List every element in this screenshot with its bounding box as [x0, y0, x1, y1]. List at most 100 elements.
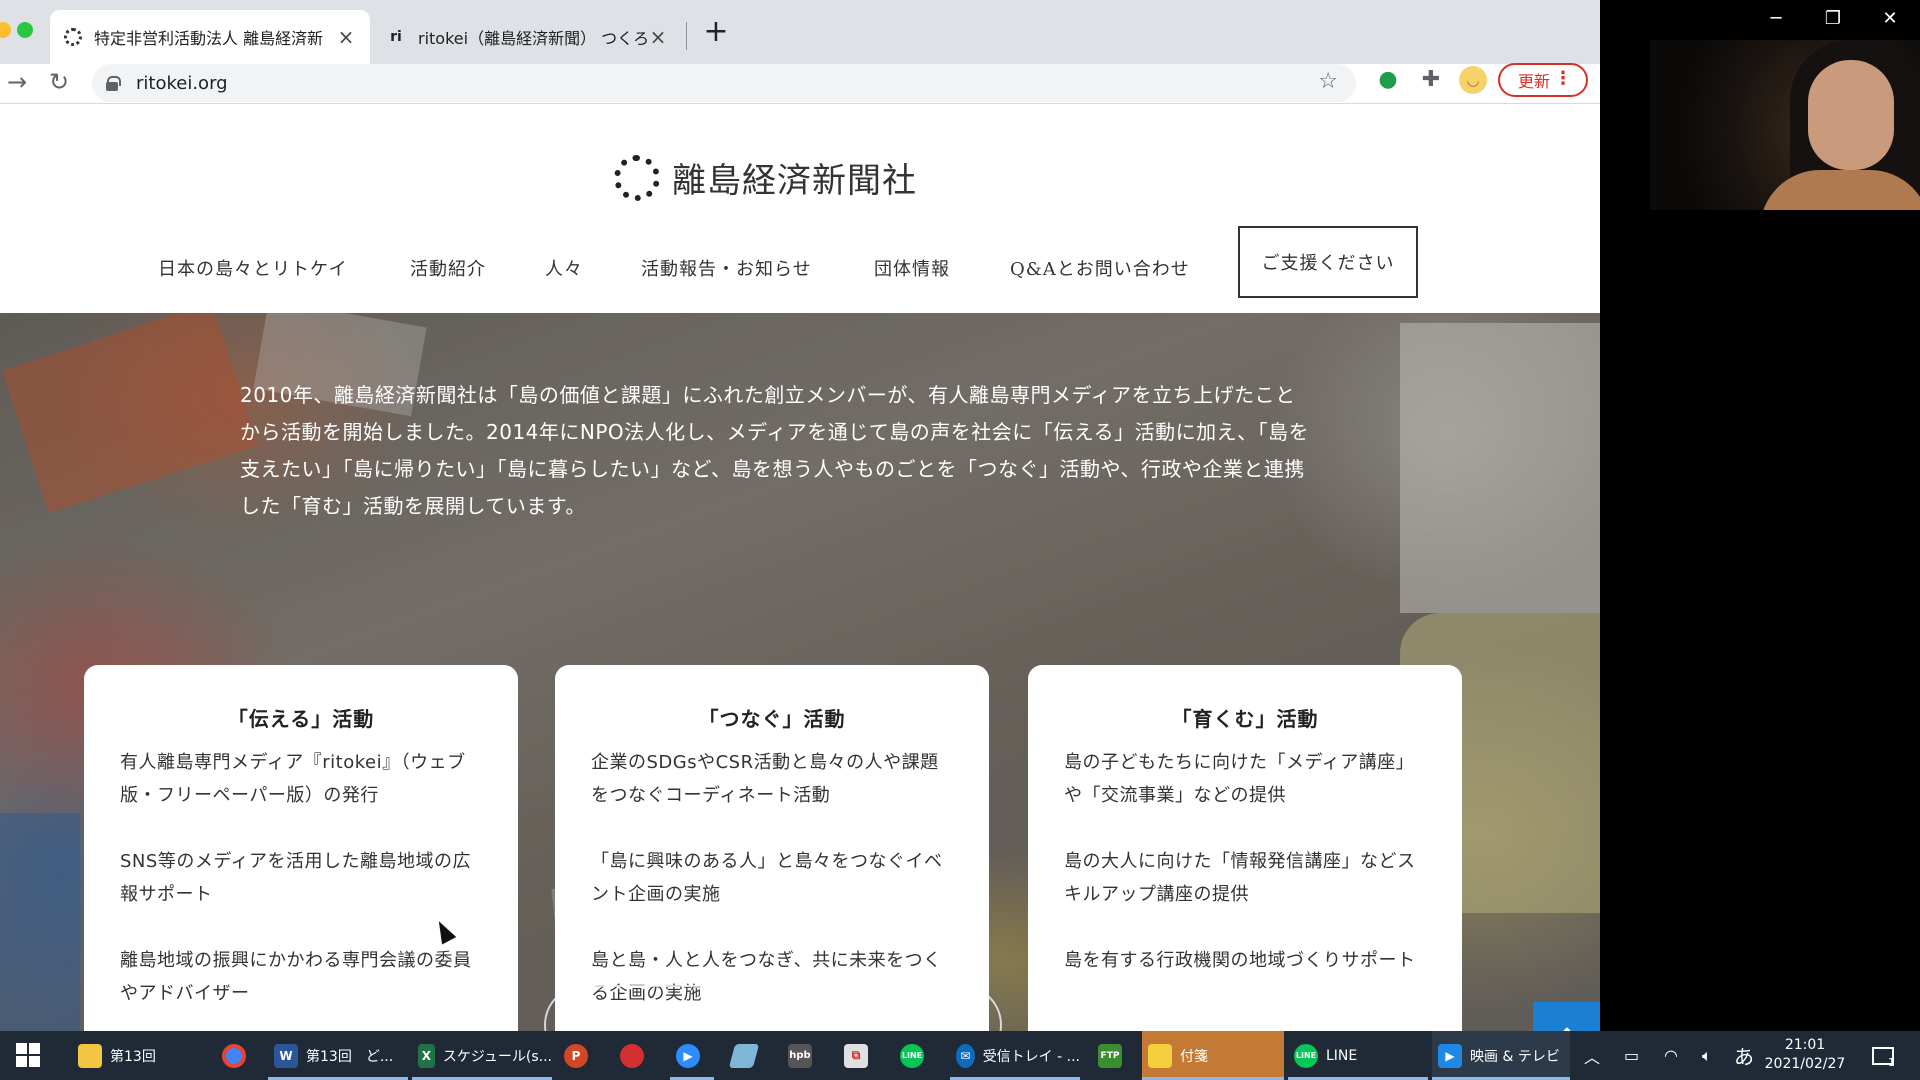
back-to-top-button[interactable]	[1533, 1002, 1600, 1031]
taskbar-powerpoint[interactable]: P	[558, 1031, 602, 1080]
taskbar-line[interactable]: LINE LINE	[1288, 1031, 1428, 1080]
volume-icon[interactable]: 🔈︎	[1702, 1031, 1712, 1080]
taskbar-excel[interactable]: X スケジュール(s...	[412, 1031, 552, 1080]
taskbar: 第13回 W 第13回 ど... X スケジュール(s... P ▶ hpb ⧉…	[0, 1031, 1920, 1080]
taskbar-app[interactable]	[726, 1031, 770, 1080]
powerpoint-icon: P	[564, 1043, 588, 1068]
close-tab-icon[interactable]: ×	[648, 25, 668, 49]
outlook-icon: ✉	[956, 1043, 975, 1068]
windows-start-icon[interactable]	[16, 1043, 40, 1067]
card-item: 島を有する行政機関の地域づくりサポート	[1064, 950, 1416, 971]
clock-date: 2021/02/27	[1764, 1056, 1846, 1072]
webcam-video	[1650, 40, 1920, 210]
clock-time: 21:01	[1784, 1037, 1826, 1053]
participant-face	[1808, 60, 1894, 170]
profile-avatar-icon[interactable]: ◡	[1459, 66, 1487, 94]
logo-text: 離島経済新聞社	[672, 161, 917, 201]
minimize-dot-icon[interactable]	[0, 22, 11, 38]
bookmark-star-icon[interactable]: ☆	[1318, 69, 1338, 94]
taskbar-label: LINE	[1326, 1047, 1358, 1064]
tab-title: ritokei（離島経済新聞） つくろ	[418, 29, 648, 48]
new-tab-icon[interactable]: +	[702, 14, 730, 50]
update-label: 更新	[1518, 72, 1551, 91]
clock[interactable]: 21:01 2021/02/27	[1750, 1036, 1860, 1074]
maximize-dot-icon[interactable]	[17, 22, 33, 38]
show-hidden-icons-icon[interactable]: ︿	[1584, 1031, 1600, 1080]
card-item: 離島地域の振興にかかわる専門会議の委員やアドバイザー	[120, 950, 472, 1004]
taskbar-label: 第13回 ど...	[306, 1048, 394, 1065]
taskbar-word[interactable]: W 第13回 ど...	[268, 1031, 408, 1080]
ri-favicon-icon: ri	[390, 29, 402, 45]
url-text: ritokei.org	[136, 72, 228, 94]
card-item: 有人離島専門メディア『ritokei』（ウェブ版・フリーペーパー版）の発行	[120, 752, 466, 806]
address-bar[interactable]: ritokei.org ☆	[92, 64, 1356, 102]
extensions-puzzle-icon[interactable]: ✚	[1417, 66, 1445, 94]
intro-text: 2010年、離島経済新聞社は「島の価値と課題」にふれた創立メンバーが、有人離島専…	[240, 383, 1310, 518]
line-icon: LINE	[900, 1043, 924, 1068]
card-title: 「伝える」活動	[227, 707, 375, 731]
line-icon: LINE	[1294, 1043, 1318, 1068]
browser-toolbar: → ↻ ritokei.org ☆	[0, 64, 1600, 104]
taskbar-line-pinned[interactable]: LINE	[894, 1031, 938, 1080]
zoom-icon: ▶	[676, 1043, 700, 1068]
battery-icon[interactable]: ▭	[1624, 1031, 1639, 1080]
tab-bar: 特定非営利活動法人 離島経済新 × ri ritokei（離島経済新聞） つくろ…	[0, 0, 1600, 64]
hero-section: 2010年、離島経済新聞社は「島の価値と課題」にふれた創立メンバーが、有人離島専…	[0, 313, 1600, 1031]
reload-icon[interactable]: ↻	[44, 68, 74, 96]
close-tab-icon[interactable]: ×	[336, 25, 356, 49]
wifi-icon[interactable]: ◠	[1664, 1031, 1678, 1080]
activity-card-hagukumu: 「育くむ」活動 島の子どもたちに向けた「メディア講座」や「交流事業」などの提供 …	[1028, 665, 1462, 1031]
nav-islands-and-ritokei[interactable]: 日本の島々とリトケイ	[158, 255, 348, 281]
support-button[interactable]: ご支援ください	[1238, 226, 1418, 298]
evernote-extension-icon[interactable]: ●	[1374, 66, 1402, 94]
taskbar-pdf[interactable]: ⧉	[838, 1031, 882, 1080]
taskbar-label: 付箋	[1180, 1048, 1208, 1065]
taskbar-chrome[interactable]	[216, 1031, 256, 1080]
taskbar-red-app[interactable]	[614, 1031, 658, 1080]
tab-separator	[686, 22, 687, 50]
nav-qa-contact[interactable]: Q&Aとお問い合わせ	[1010, 255, 1190, 281]
ftp-icon: FTP	[1098, 1043, 1122, 1068]
window-minimize-icon[interactable]: ─	[1756, 8, 1796, 29]
card-item: 「島に興味のある人」と島々をつなぐイベント企画の実施	[591, 851, 943, 905]
taskbar-label: 第13回	[110, 1048, 156, 1065]
tab-title: 特定非営利活動法人 離島経済新	[94, 29, 324, 48]
menu-dots-icon: ⋮	[1554, 68, 1572, 89]
taskbar-label: 映画 & テレビ	[1470, 1048, 1560, 1065]
notification-count: 1	[1888, 1056, 1895, 1069]
more-activities-button[interactable]: 経済新聞社の活動を詳しく	[544, 985, 1002, 1031]
taskbar-folder[interactable]: 第13回	[72, 1031, 212, 1080]
taskbar-movies-tv[interactable]: ▶ 映画 & テレビ	[1432, 1031, 1570, 1080]
loading-favicon-icon	[64, 28, 82, 46]
pdf-icon: ⧉	[844, 1043, 868, 1068]
nav-people[interactable]: 人々	[545, 255, 583, 281]
lock-icon	[106, 76, 121, 91]
taskbar-hpb[interactable]: hpb	[782, 1031, 826, 1080]
site-logo[interactable]: 離島経済新聞社	[614, 153, 917, 202]
site-header: 離島経済新聞社 日本の島々とリトケイ 活動紹介 人々 活動報告・お知らせ 団体情…	[0, 105, 1600, 313]
folder-icon	[78, 1043, 102, 1068]
app-icon	[728, 1043, 760, 1068]
card-title: 「育くむ」活動	[1171, 707, 1319, 731]
taskbar-zoom[interactable]: ▶	[670, 1031, 714, 1080]
notification-center-icon[interactable]: 1	[1872, 1031, 1895, 1080]
card-item: SNS等のメディアを活用した離島地域の広報サポート	[120, 851, 472, 905]
taskbar-outlook[interactable]: ✉ 受信トレイ - ...	[950, 1031, 1080, 1080]
tab-active[interactable]: 特定非営利活動法人 離島経済新 ×	[50, 10, 370, 64]
activity-card-tsutaeru: 「伝える」活動 有人離島専門メディア『ritokei』（ウェブ版・フリーペーパー…	[84, 665, 518, 1031]
card-item: 島の大人に向けた「情報発信講座」などスキルアップ講座の提供	[1064, 851, 1416, 905]
forward-icon[interactable]: →	[2, 68, 32, 96]
nav-organization[interactable]: 団体情報	[874, 255, 950, 281]
nav-reports-news[interactable]: 活動報告・お知らせ	[641, 255, 812, 281]
activity-card-tsunagu: 「つなぐ」活動 企業のSDGsやCSR活動と島々の人や課題をつなぐコーディネート…	[555, 665, 989, 1031]
nav-activities[interactable]: 活動紹介	[410, 255, 486, 281]
taskbar-sticky-notes[interactable]: 付箋	[1142, 1031, 1284, 1080]
card-title: 「つなぐ」活動	[698, 707, 846, 731]
update-button[interactable]: 更新 ⋮	[1498, 63, 1588, 97]
window-close-icon[interactable]: ✕	[1870, 8, 1910, 29]
tab-ritokei[interactable]: ri ritokei（離島経済新聞） つくろ ×	[372, 10, 682, 64]
word-icon: W	[274, 1043, 298, 1068]
card-item: 島の子どもたちに向けた「メディア講座」や「交流事業」などの提供	[1064, 752, 1415, 806]
taskbar-ftp[interactable]: FTP	[1092, 1031, 1136, 1080]
window-restore-icon[interactable]: ❐	[1813, 8, 1853, 29]
